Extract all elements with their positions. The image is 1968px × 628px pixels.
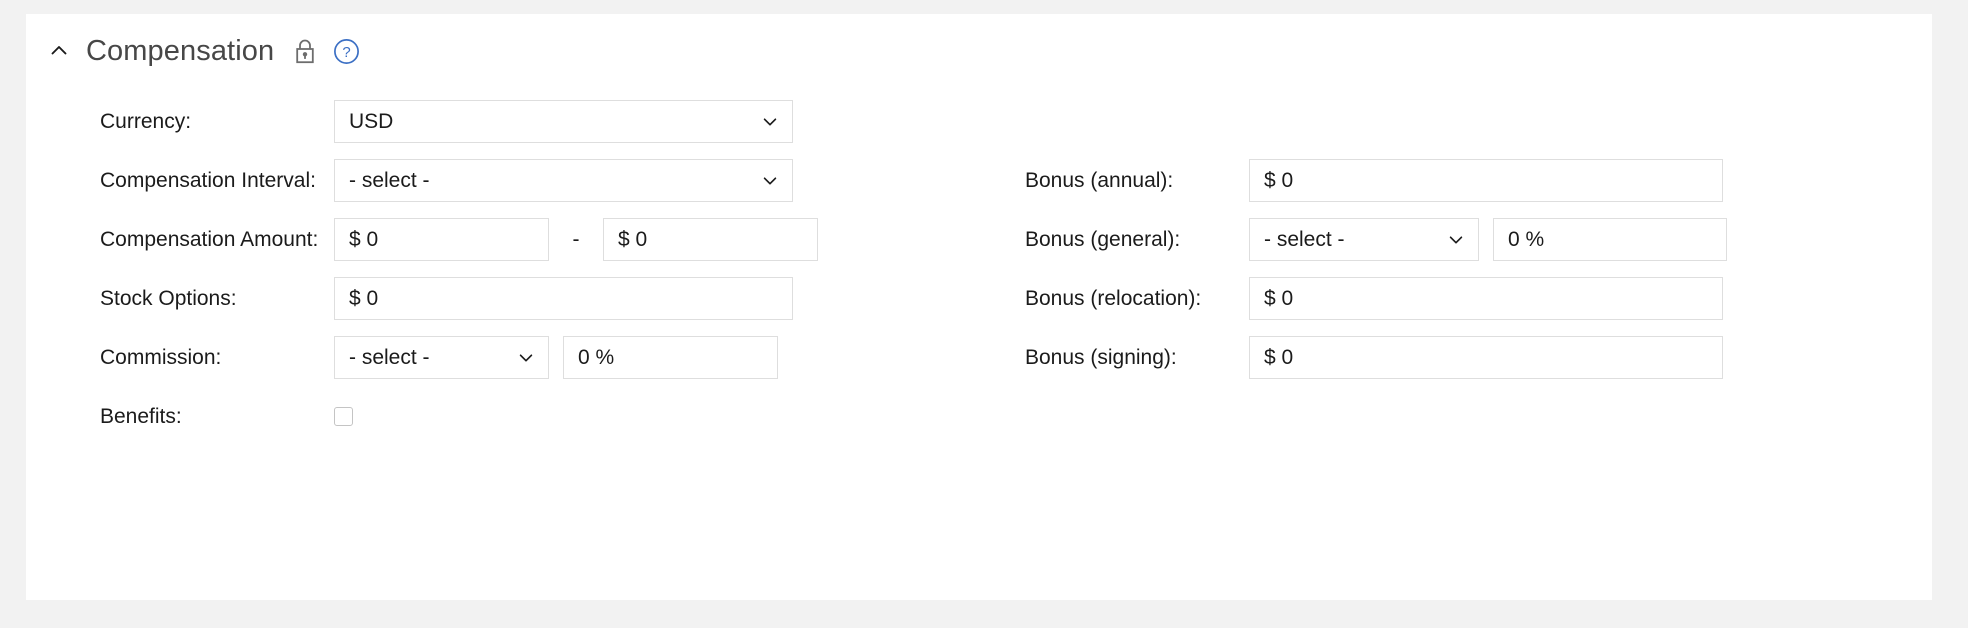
bonus-annual-label: Bonus (annual):: [1025, 168, 1174, 192]
bonus-relocation-input[interactable]: $ 0: [1249, 277, 1723, 320]
page-title: Compensation: [86, 34, 275, 67]
bonus-signing-value: $ 0: [1264, 345, 1294, 369]
commission-select[interactable]: - select -: [334, 336, 549, 379]
commission-percent-value: 0 %: [578, 345, 615, 369]
form-row-interval-bonus-annual: Compensation Interval: - select - Bonus …: [100, 151, 1932, 210]
form-row-currency: Currency: USD: [100, 92, 1932, 151]
bonus-annual-value: $ 0: [1264, 168, 1294, 192]
chevron-down-icon: [760, 112, 780, 132]
stock-options-value: $ 0: [349, 286, 379, 310]
compensation-amount-min-value: $ 0: [349, 227, 379, 251]
compensation-interval-label: Compensation Interval:: [100, 168, 316, 192]
currency-select[interactable]: USD: [334, 100, 793, 143]
commission-percent-input[interactable]: 0 %: [563, 336, 778, 379]
compensation-card: Compensation ? Currency: USD Compensatio…: [26, 14, 1932, 600]
chevron-down-icon: [1446, 230, 1466, 250]
form-row-commission-bonus-signing: Commission: - select - 0 % Bonus (signin…: [100, 328, 1932, 387]
bonus-general-percent-value: 0 %: [1508, 227, 1545, 251]
lock-icon: [292, 37, 318, 65]
bonus-general-select-value: - select -: [1264, 227, 1345, 251]
chevron-down-icon: [760, 171, 780, 191]
commission-label: Commission:: [100, 345, 222, 369]
compensation-amount-max-value: $ 0: [618, 227, 648, 251]
section-header: Compensation ?: [26, 14, 1932, 76]
form-row-amount-bonus-general: Compensation Amount: $ 0 - $ 0 Bonus (ge…: [100, 210, 1932, 269]
help-circle-icon[interactable]: ?: [332, 37, 360, 65]
compensation-interval-value: - select -: [349, 168, 430, 192]
chevron-up-icon[interactable]: [46, 38, 72, 64]
bonus-annual-input[interactable]: $ 0: [1249, 159, 1723, 202]
compensation-amount-max-input[interactable]: $ 0: [603, 218, 818, 261]
bonus-general-percent-input[interactable]: 0 %: [1493, 218, 1727, 261]
compensation-amount-min-input[interactable]: $ 0: [334, 218, 549, 261]
compensation-amount-label: Compensation Amount:: [100, 227, 319, 251]
stock-options-input[interactable]: $ 0: [334, 277, 793, 320]
currency-value: USD: [349, 109, 394, 133]
stock-options-label: Stock Options:: [100, 286, 237, 310]
page-background: Compensation ? Currency: USD Compensatio…: [0, 0, 1968, 628]
range-separator: -: [572, 227, 580, 251]
bonus-signing-label: Bonus (signing):: [1025, 345, 1177, 369]
benefits-checkbox[interactable]: [334, 407, 353, 426]
bonus-relocation-value: $ 0: [1264, 286, 1294, 310]
benefits-label: Benefits:: [100, 404, 182, 428]
bonus-general-select[interactable]: - select -: [1249, 218, 1479, 261]
bonus-signing-input[interactable]: $ 0: [1249, 336, 1723, 379]
chevron-down-icon: [516, 348, 536, 368]
form-row-stock-bonus-relocation: Stock Options: $ 0 Bonus (relocation): $…: [100, 269, 1932, 328]
commission-select-value: - select -: [349, 345, 430, 369]
bonus-general-label: Bonus (general):: [1025, 227, 1181, 251]
form-row-benefits: Benefits:: [100, 387, 1932, 446]
compensation-interval-select[interactable]: - select -: [334, 159, 793, 202]
bonus-relocation-label: Bonus (relocation):: [1025, 286, 1202, 310]
compensation-form: Currency: USD Compensation Interval: - s…: [26, 76, 1932, 446]
svg-text:?: ?: [342, 44, 350, 61]
currency-label: Currency:: [100, 109, 192, 133]
